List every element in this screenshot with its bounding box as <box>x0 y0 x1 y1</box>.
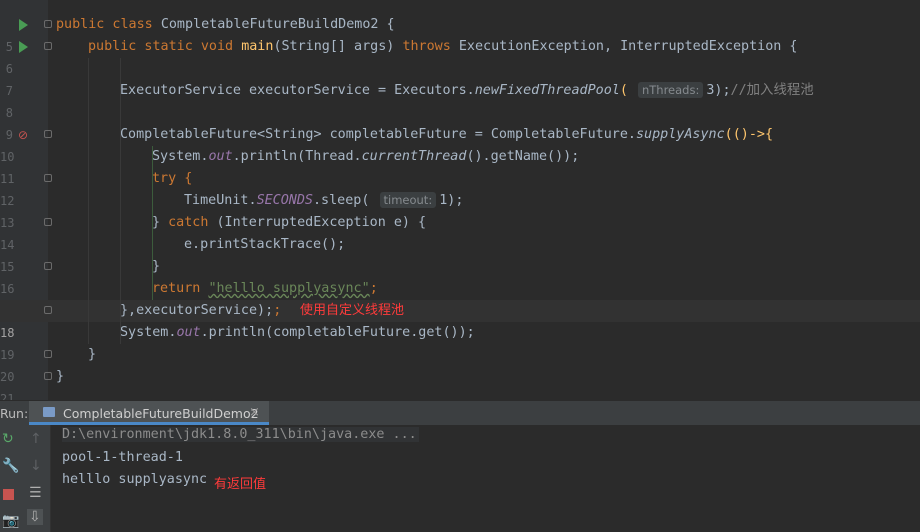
fold-icon[interactable] <box>44 306 52 314</box>
code-line-19: 19 System.out.println(completableFuture.… <box>0 322 920 362</box>
fold-icon[interactable] <box>44 262 52 270</box>
indent-guide <box>152 146 153 300</box>
annotation-return-value: 有返回值 <box>214 477 267 492</box>
run-label: Run: <box>0 406 29 421</box>
fold-icon[interactable] <box>44 372 52 380</box>
code-line-20: 20 } <box>0 344 920 384</box>
run-tab[interactable]: CompletableFutureBuildDemo2 × <box>29 401 269 425</box>
run-tab-title: CompletableFutureBuildDemo2 <box>63 406 259 421</box>
console-command-line: D:\environment\jdk1.8.0_311\bin\java.exe… <box>62 427 419 442</box>
fold-icon[interactable] <box>44 42 52 50</box>
console-output-line: helllo supplyasync <box>62 472 208 487</box>
arrow-down-icon[interactable]: ↓ <box>30 458 42 474</box>
indent-guide <box>88 58 89 344</box>
code-line-17: 17 return "helllo supplyasync"; <box>0 278 920 318</box>
code-line-12: 12 try { <box>0 168 920 208</box>
stop-icon[interactable] <box>3 489 14 500</box>
camera-icon[interactable]: 📷 <box>2 513 19 529</box>
annotation-custom-thread-pool: 使用自定义线程池 <box>300 303 405 318</box>
fold-icon[interactable] <box>44 130 52 138</box>
scroll-to-end-icon[interactable]: ⇩ <box>27 509 43 525</box>
run-toolbar: Run: CompletableFutureBuildDemo2 × <box>0 401 920 426</box>
console-output-line: pool-1-thread-1 <box>62 450 183 465</box>
code-line-13: 13 TimeUnit.SECONDS.sleep( timeout: 1); <box>0 190 920 230</box>
fold-icon[interactable] <box>44 218 52 226</box>
parameter-hint: timeout: <box>379 192 437 208</box>
code-line-5: 5 public class CompletableFutureBuildDem… <box>0 14 920 54</box>
close-icon[interactable]: × <box>249 405 260 420</box>
code-line-7: 7 <box>0 58 920 98</box>
soft-wrap-icon[interactable]: ☰ <box>29 485 42 501</box>
code-line-16: 16 } <box>0 256 920 296</box>
run-config-icon <box>43 407 55 417</box>
lambda-breakpoint-icon[interactable]: ⊘ <box>18 124 28 146</box>
rerun-icon[interactable]: ↻ <box>2 431 14 447</box>
code-line-22: 22 <box>0 388 920 400</box>
run-icon[interactable] <box>19 41 28 53</box>
run-icon[interactable] <box>19 19 28 31</box>
run-toolbar-right: ↑ ↓ ☰ ⇩ <box>22 425 51 532</box>
wrench-icon[interactable]: 🔧 <box>2 458 19 474</box>
code-line-15: 15 e.printStackTrace(); <box>0 234 920 274</box>
code-line-8: 8 ExecutorService executorService = Exec… <box>0 80 920 120</box>
run-toolbar-left: ↻ 🔧 📷 <box>0 425 22 532</box>
fold-icon[interactable] <box>44 20 52 28</box>
code-line-11: 11 System.out.println(Thread.currentThre… <box>0 146 920 186</box>
code-line-6: 6 public static void main(String[] args)… <box>0 36 920 76</box>
indent-guide <box>120 58 121 344</box>
fold-icon[interactable] <box>44 350 52 358</box>
code-editor[interactable]: 5 public class CompletableFutureBuildDem… <box>0 0 920 400</box>
code-line-21: 21 } <box>0 366 920 400</box>
code-line-14: 14 } catch (InterruptedException e) { <box>0 212 920 252</box>
code-line-9: 9 <box>0 102 920 142</box>
parameter-hint: nThreads: <box>637 82 704 98</box>
fold-icon[interactable] <box>44 174 52 182</box>
code-line-10: 10 ⊘ CompletableFuture<String> completab… <box>0 124 920 164</box>
arrow-up-icon[interactable]: ↑ <box>30 431 42 447</box>
code-line-18: 18 },executorService);; 使用自定义线程池 <box>0 300 920 340</box>
run-console[interactable]: ↻ 🔧 📷 ↑ ↓ ☰ ⇩ D:\environment\jdk1.8.0_31… <box>0 425 920 532</box>
